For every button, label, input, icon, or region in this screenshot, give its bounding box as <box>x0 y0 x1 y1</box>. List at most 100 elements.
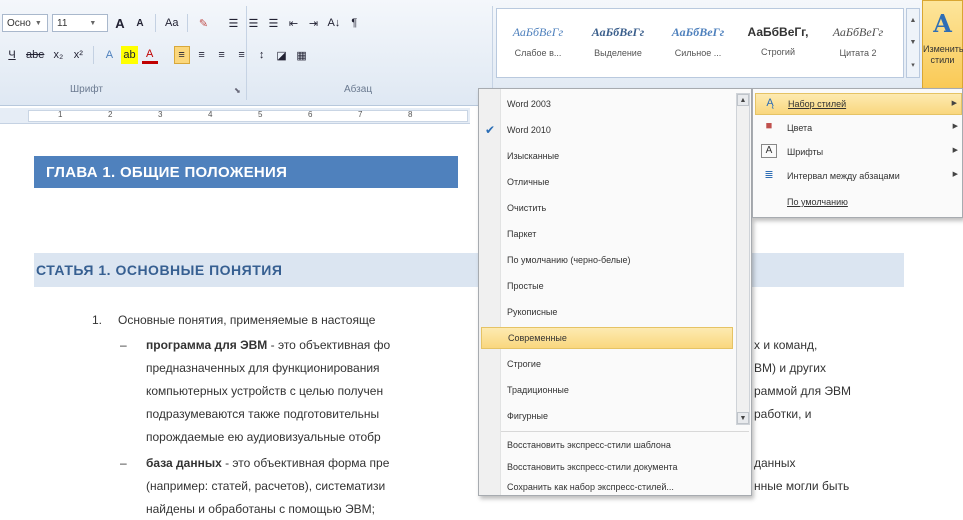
menu-item-simple[interactable]: Простые <box>481 275 733 297</box>
menu-divider <box>501 431 749 432</box>
style-item[interactable]: АаБбВеГг Выделение <box>579 15 657 71</box>
font-name-combo[interactable]: Ocно ▼ <box>2 14 48 32</box>
menu-item-default-bw[interactable]: По умолчанию (черно-белые) <box>481 249 733 271</box>
bullet-line: подразумеваются также подготовительны <box>146 407 380 421</box>
bullet-line-right: раммой для ЭВМ <box>754 384 852 398</box>
menu-item-label: Современные <box>508 333 567 343</box>
menu-item-traditional[interactable]: Традиционные <box>481 379 733 401</box>
heading-2: СТАТЬЯ 1. ОСНОВНЫЕ ПОНЯТИЯ <box>34 253 904 287</box>
style-preview: АаБбВеГг, <box>747 25 809 39</box>
decrease-indent-button[interactable]: ⇤ <box>285 14 301 32</box>
font-row-1: Ocно ▼ 11 ▼ A A Aa ✎ ☰ ☰ ☰ ⇤ ⇥ A↓ ¶ <box>2 14 362 32</box>
menu-item-word-2003[interactable]: Word 2003 <box>481 93 733 115</box>
shading-button[interactable]: ◪ <box>274 46 290 64</box>
bullet-line: база данных - это объективная форма пре <box>146 456 389 470</box>
chevron-down-icon: ▼ <box>34 19 42 27</box>
style-preview: АаБбВеГг <box>671 25 725 39</box>
ruler-tick: 7 <box>358 110 363 119</box>
sort-button[interactable]: A↓ <box>325 14 342 32</box>
menu-item-label: Отличные <box>507 177 550 187</box>
menu-item-label: Фигурные <box>507 411 549 421</box>
style-item[interactable]: АаБбВеГг Цитата 2 <box>819 15 897 71</box>
submenu-item-paragraph-spacing[interactable]: ≣ Интервал между абзацами ▶ <box>755 165 962 187</box>
menu-item-label: Очистить <box>507 203 547 213</box>
font-size-combo[interactable]: 11 ▼ <box>52 14 108 32</box>
justify-button[interactable]: ≡ <box>234 46 250 64</box>
superscript-button[interactable]: x² <box>70 46 86 64</box>
font-dialog-launcher-icon[interactable]: ⬊ <box>234 86 241 95</box>
menu-scrollbar[interactable]: ▲ ▼ <box>736 93 750 425</box>
multilevel-list-button[interactable]: ☰ <box>265 14 281 32</box>
menu-item-distinctive[interactable]: Отличные <box>481 171 733 193</box>
align-center-button[interactable]: ≡ <box>194 46 210 64</box>
menu-item-label: Word 2010 <box>507 125 551 135</box>
submenu-item-style-set[interactable]: Ą Набор стилей ▶ <box>755 93 962 115</box>
separator <box>155 14 156 32</box>
menu-item-label: Простые <box>507 281 544 291</box>
menu-item-clear[interactable]: Очистить <box>481 197 733 219</box>
subscript-button[interactable]: x₂ <box>50 46 66 64</box>
text-effects-button[interactable]: A <box>101 46 117 64</box>
horizontal-ruler[interactable]: 1 2 3 4 5 6 7 8 <box>0 108 470 124</box>
highlight-button[interactable]: ab <box>121 46 138 64</box>
change-case-button[interactable]: Aa <box>163 14 180 32</box>
menu-item-label: По умолчанию (черно-белые) <box>507 255 631 265</box>
shrink-font-button[interactable]: A <box>132 14 148 32</box>
font-row-2: Ч abe x₂ x² A ab A ≡ ≡ ≡ ≡ ↕ ◪ ▦ <box>4 46 310 64</box>
checkmark-icon: ✔ <box>485 123 496 137</box>
clear-format-button[interactable]: ✎ <box>195 14 211 32</box>
align-left-button[interactable]: ≡ <box>173 46 190 64</box>
menu-item-label: Традиционные <box>507 385 569 395</box>
align-right-button[interactable]: ≡ <box>214 46 230 64</box>
term-definition: - это объективная фо <box>267 338 391 352</box>
menu-item-manuscript[interactable]: Рукописные <box>481 301 733 323</box>
reset-template-styles-item[interactable]: Восстановить экспресс-стили шаблона <box>481 435 747 455</box>
increase-indent-button[interactable]: ⇥ <box>305 14 321 32</box>
chevron-up-icon[interactable]: ▲ <box>910 17 917 24</box>
menu-item-label: Рукописные <box>507 307 558 317</box>
gallery-scrollbar[interactable]: ▲ ▼ ▾ <box>906 8 920 78</box>
menu-item-fancy[interactable]: Фигурные <box>481 405 733 427</box>
more-icon[interactable]: ▾ <box>911 61 915 69</box>
ruler-tick: 4 <box>208 110 213 119</box>
underline-button[interactable]: Ч <box>4 46 20 64</box>
menu-item-word-2010[interactable]: ✔ Word 2010 <box>481 119 733 141</box>
submenu-item-label: Набор стилей <box>788 99 847 109</box>
numbering-button[interactable]: ☰ <box>245 14 261 32</box>
submenu-item-default[interactable]: По умолчанию <box>755 191 962 213</box>
submenu-item-fonts[interactable]: A Шрифты ▶ <box>755 141 962 163</box>
menu-item-parquet[interactable]: Паркет <box>481 223 733 245</box>
change-styles-button[interactable]: A Изменить стили <box>922 0 963 100</box>
strikethrough-button[interactable]: abe <box>24 46 46 64</box>
menu-item-modern[interactable]: Современные <box>481 327 733 349</box>
style-item[interactable]: АаБбВеГг Сильное ... <box>659 15 737 71</box>
grow-font-button[interactable]: A <box>112 14 128 32</box>
style-name: Строгий <box>761 47 795 57</box>
borders-button[interactable]: ▦ <box>294 46 310 64</box>
chevron-down-icon[interactable]: ▼ <box>910 39 917 46</box>
paragraph-spacing-icon: ≣ <box>764 169 774 181</box>
font-color-button[interactable]: A <box>141 46 158 64</box>
bullets-button[interactable]: ☰ <box>225 14 241 32</box>
chevron-up-icon[interactable]: ▲ <box>737 94 749 106</box>
show-marks-button[interactable]: ¶ <box>346 14 362 32</box>
menu-item-formal[interactable]: Строгие <box>481 353 733 375</box>
chevron-down-icon[interactable]: ▼ <box>737 412 749 424</box>
chevron-right-icon: ▶ <box>951 100 957 107</box>
submenu-item-colors[interactable]: ■ Цвета ▶ <box>755 117 962 139</box>
style-item[interactable]: АаБбВеГг, Строгий <box>739 15 817 71</box>
line-spacing-button[interactable]: ↕ <box>254 46 270 64</box>
change-styles-icon: A <box>933 9 952 38</box>
menu-item-elegant[interactable]: Изысканные <box>481 145 733 167</box>
ruler-body <box>28 110 468 122</box>
save-style-set-item[interactable]: Сохранить как набор экспресс-стилей... <box>481 479 747 495</box>
ruler-tick: 6 <box>308 110 313 119</box>
reset-document-styles-item[interactable]: Восстановить экспресс-стили документа <box>481 457 747 477</box>
ruler-tick: 8 <box>408 110 413 119</box>
bullet-line: программа для ЭВМ - это объективная фо <box>146 338 390 352</box>
bullet-dash: – <box>120 338 127 352</box>
submenu-item-label: Шрифты <box>787 147 824 157</box>
chevron-right-icon: ▶ <box>952 171 958 178</box>
style-item[interactable]: АаБбВеГг Слабое в... <box>499 15 577 71</box>
term: база данных <box>146 456 222 470</box>
